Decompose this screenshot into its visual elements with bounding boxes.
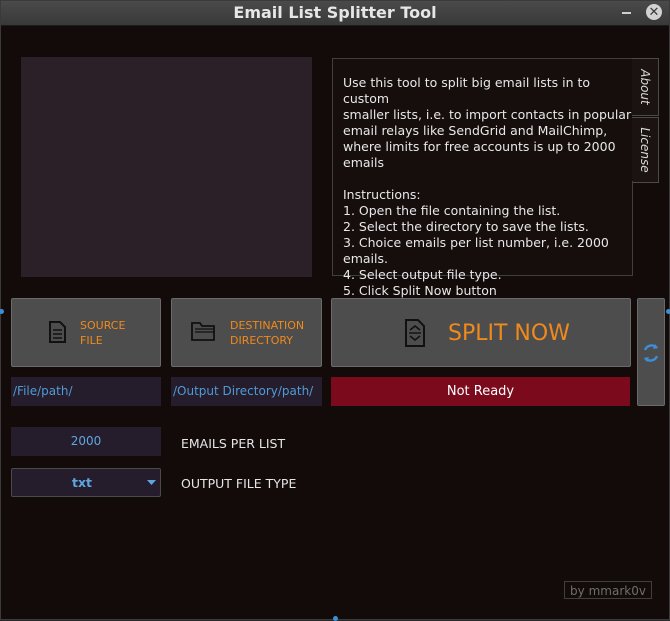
resize-handle-left[interactable]: [0, 309, 4, 314]
minimize-button[interactable]: [619, 4, 635, 20]
close-icon: ✕: [648, 4, 660, 19]
chevron-down-icon: [147, 480, 156, 485]
info-panel: Use this tool to split big email lists i…: [332, 58, 632, 298]
split-now-label: SPLIT NOW: [448, 321, 570, 346]
resize-handle-right[interactable]: [666, 309, 670, 314]
source-path-field[interactable]: /File/path/: [11, 377, 161, 406]
file-type-label: OUTPUT FILE TYPE: [181, 476, 297, 491]
tab-license-label: License: [638, 127, 652, 173]
destination-directory-button[interactable]: DESTINATION DIRECTORY: [171, 298, 322, 367]
destination-directory-label: DESTINATION DIRECTORY: [230, 319, 305, 347]
tab-about[interactable]: About: [632, 58, 659, 116]
resize-handle-bottom[interactable]: [333, 616, 338, 621]
preview-area: [21, 57, 312, 277]
source-file-label: SOURCE FILE: [80, 319, 126, 347]
destination-path-field[interactable]: /Output Directory/path/: [171, 377, 322, 406]
tab-about-label: About: [638, 69, 652, 105]
file-type-value: txt: [71, 475, 92, 490]
tab-panel-border: [632, 181, 633, 276]
split-file-icon: [405, 319, 425, 347]
source-file-button[interactable]: SOURCE FILE: [11, 298, 161, 367]
app-window: Email List Splitter Tool ✕ Use this tool…: [0, 0, 670, 621]
title-bar[interactable]: Email List Splitter Tool ✕: [1, 1, 669, 26]
file-type-select[interactable]: txt: [11, 468, 161, 497]
tab-license[interactable]: License: [632, 117, 659, 183]
emails-per-list-input[interactable]: 2000: [11, 427, 161, 456]
close-button[interactable]: ✕: [646, 4, 662, 20]
credit-link[interactable]: by mmark0v: [564, 581, 652, 599]
emails-per-list-label: EMAILS PER LIST: [181, 436, 286, 451]
split-now-button[interactable]: SPLIT NOW: [331, 298, 631, 367]
document-icon: [49, 321, 66, 343]
status-indicator: Not Ready: [331, 377, 630, 406]
refresh-icon: [643, 344, 659, 362]
info-text: Use this tool to split big email lists i…: [343, 75, 632, 298]
window-title: Email List Splitter Tool: [233, 3, 437, 22]
refresh-button[interactable]: [637, 298, 665, 406]
folder-icon: [191, 322, 215, 341]
